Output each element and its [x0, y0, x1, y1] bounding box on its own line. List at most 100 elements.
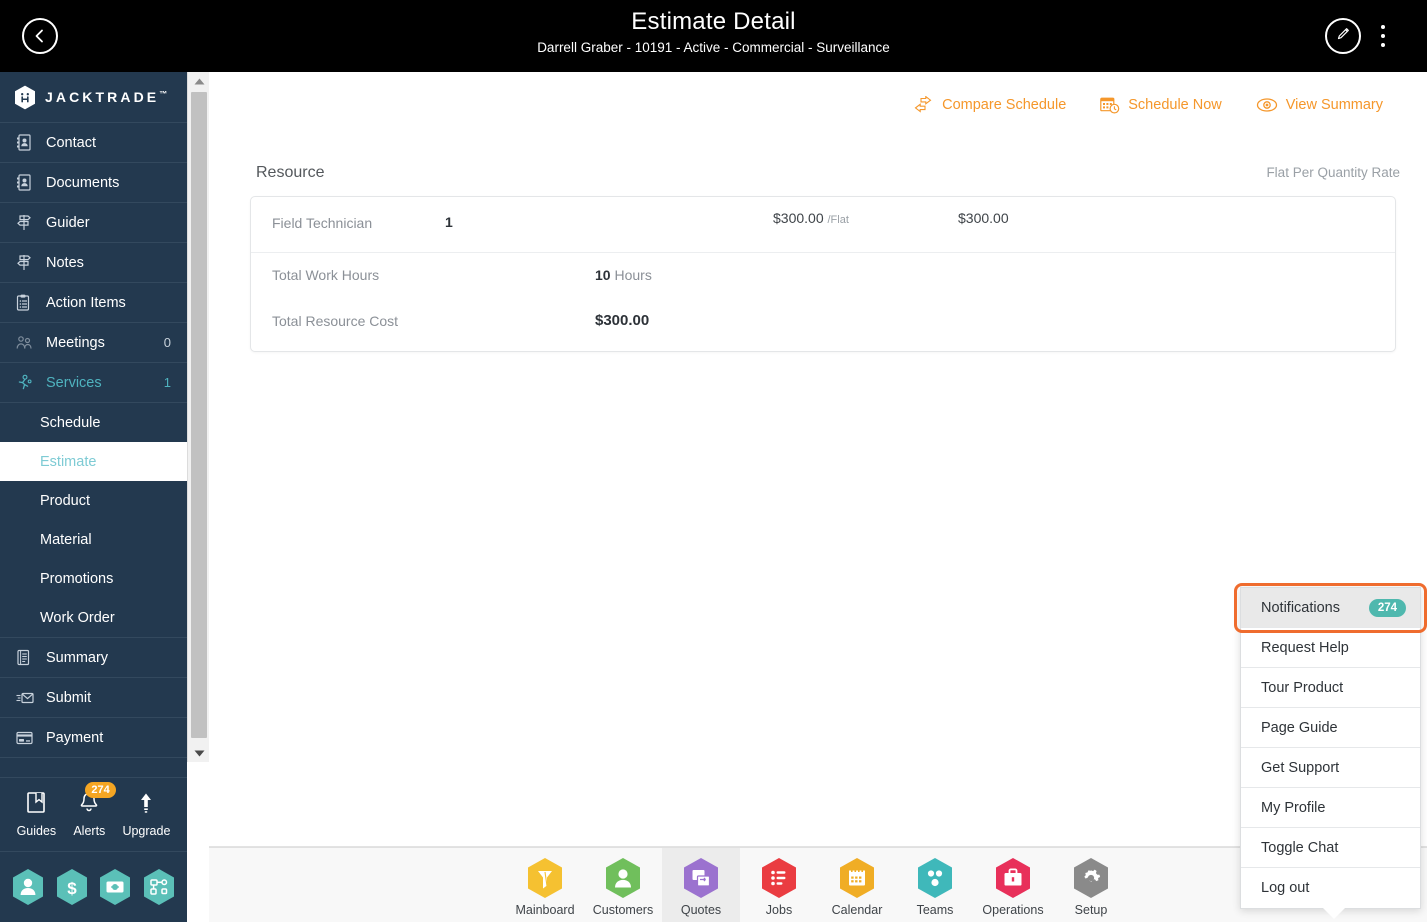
signpost-icon — [16, 254, 38, 271]
sidebar-item-material[interactable]: Material — [0, 520, 187, 559]
services-submenu: Schedule Estimate Product Material Promo… — [0, 403, 187, 638]
guides-button[interactable]: Guides — [17, 791, 56, 838]
money-hex-icon[interactable] — [98, 868, 132, 906]
bottom-nav-mainboard[interactable]: Mainboard — [506, 848, 584, 922]
bottom-nav-calendar[interactable]: Calendar — [818, 848, 896, 922]
resource-section-header: Resource Flat Per Quantity Rate — [256, 164, 1400, 182]
table-row[interactable]: Field Technician 1 $300.00 /Flat $300.00 — [251, 197, 1395, 253]
view-summary-button[interactable]: View Summary — [1256, 97, 1383, 113]
upgrade-button[interactable]: Upgrade — [122, 791, 170, 838]
schedule-now-button[interactable]: Schedule Now — [1100, 96, 1222, 114]
edit-button[interactable] — [1325, 18, 1361, 54]
sidebar-subitem-label: Material — [40, 531, 92, 548]
scrollbar-thumb[interactable] — [191, 92, 207, 738]
menu-item-toggle-chat[interactable]: Toggle Chat — [1241, 828, 1420, 868]
alerts-button[interactable]: 274 Alerts — [73, 782, 116, 838]
resource-rate: $300.00 /Flat — [773, 210, 849, 226]
total-resource-cost-value: $300.00 — [595, 312, 650, 329]
menu-item-notifications[interactable]: Notifications 274 — [1241, 588, 1420, 628]
sidebar-quick-actions: $ — [0, 852, 187, 922]
scroll-up-arrow-icon[interactable] — [188, 72, 210, 90]
sidebar-item-label: Documents — [46, 174, 120, 191]
calendar-clock-icon — [1100, 96, 1120, 114]
menu-item-page-guide[interactable]: Page Guide — [1241, 708, 1420, 748]
page-title: Estimate Detail — [631, 8, 796, 35]
menu-item-get-support[interactable]: Get Support — [1241, 748, 1420, 788]
bottom-nav-label: Quotes — [680, 903, 722, 917]
brand-logo[interactable]: JACKTRADE™ — [0, 72, 187, 123]
sidebar-item-work-order[interactable]: Work Order — [0, 598, 187, 637]
sidebar-item-label: Guider — [46, 214, 90, 231]
sidebar-item-count: 1 — [163, 375, 171, 390]
mainboard-hex-icon — [526, 857, 564, 899]
sidebar-subitem-label: Estimate — [40, 453, 97, 470]
dollar-hex-icon[interactable]: $ — [55, 868, 89, 906]
sidebar-item-schedule[interactable]: Schedule — [0, 403, 187, 442]
book-icon — [25, 791, 47, 820]
bottom-nav-teams[interactable]: Teams — [896, 848, 974, 922]
sidebar-item-label: Submit — [46, 689, 92, 706]
clipboard-icon — [16, 294, 38, 311]
sidebar-item-label: Action Items — [46, 294, 126, 311]
sidebar-item-promotions[interactable]: Promotions — [0, 559, 187, 598]
sidebar-item-contact[interactable]: Contact — [0, 123, 187, 163]
sidebar-item-label: Summary — [46, 649, 109, 666]
more-vertical-icon-dot3 — [1381, 43, 1385, 47]
menu-item-tour-product[interactable]: Tour Product — [1241, 668, 1420, 708]
user-hex-icon[interactable] — [11, 868, 45, 906]
sidebar-subitem-label: Schedule — [40, 414, 101, 431]
sidebar-scrollbar[interactable] — [187, 72, 209, 762]
resource-quantity: 1 — [445, 214, 453, 230]
bottom-nav-quotes[interactable]: Quotes — [662, 847, 740, 922]
menu-item-log-out[interactable]: Log out — [1241, 868, 1420, 908]
sidebar-item-action-items[interactable]: Action Items — [0, 283, 187, 323]
eye-icon — [1256, 97, 1278, 113]
bottom-nav-label: Operations — [982, 903, 1044, 917]
operations-hex-icon — [994, 857, 1032, 899]
sidebar-item-submit[interactable]: Submit — [0, 678, 187, 718]
meetings-icon — [16, 335, 38, 351]
app-header: Estimate Detail Darrell Graber - 10191 -… — [0, 0, 1427, 72]
bottom-nav-jobs[interactable]: Jobs — [740, 848, 818, 922]
sidebar-item-estimate[interactable]: Estimate — [0, 442, 187, 481]
customers-hex-icon — [604, 857, 642, 899]
compare-schedule-button[interactable]: Compare Schedule — [912, 96, 1066, 114]
compare-arrows-icon — [912, 96, 934, 114]
bottom-nav-label: Mainboard — [515, 903, 575, 917]
rate-mode-label: Flat Per Quantity Rate — [1266, 165, 1400, 180]
jacktrade-hex-icon — [14, 85, 36, 110]
sidebar-item-documents[interactable]: Documents — [0, 163, 187, 203]
sidebar-item-notes[interactable]: Notes — [0, 243, 187, 283]
menu-item-request-help[interactable]: Request Help — [1241, 628, 1420, 668]
sidebar-item-label: Meetings — [46, 334, 105, 351]
menu-item-my-profile[interactable]: My Profile — [1241, 788, 1420, 828]
more-options-button[interactable] — [1371, 18, 1395, 54]
sidebar: JACKTRADE™ Contact Documents Guider Note… — [0, 72, 187, 922]
bottom-nav-operations[interactable]: Operations — [974, 848, 1052, 922]
sidebar-item-summary[interactable]: Summary — [0, 638, 187, 678]
menu-item-label: Tour Product — [1261, 679, 1344, 696]
sidebar-subitem-label: Product — [40, 492, 90, 509]
bottom-nav-label: Customers — [592, 903, 654, 917]
bottom-nav-label: Setup — [1074, 903, 1108, 917]
sidebar-item-services[interactable]: Services 1 — [0, 363, 187, 403]
bottom-nav-customers[interactable]: Customers — [584, 848, 662, 922]
bottom-nav-setup[interactable]: Setup — [1052, 848, 1130, 922]
sidebar-item-payment[interactable]: Payment — [0, 718, 187, 758]
sidebar-item-label: Payment — [46, 729, 104, 746]
scroll-down-arrow-icon[interactable] — [188, 744, 210, 762]
dropdown-caret-icon — [1321, 906, 1347, 919]
services-icon — [16, 374, 38, 391]
menu-item-label: Log out — [1261, 880, 1310, 896]
total-work-hours-row: Total Work Hours 10 Hours — [251, 253, 1395, 299]
total-work-hours-label: Total Work Hours — [272, 267, 380, 283]
sidebar-item-product[interactable]: Product — [0, 481, 187, 520]
sidebar-item-meetings[interactable]: Meetings 0 — [0, 323, 187, 363]
header-titles: Estimate Detail Darrell Graber - 10191 -… — [0, 7, 1427, 58]
upload-arrow-icon — [135, 791, 157, 820]
sidebar-subitem-label: Promotions — [40, 570, 114, 587]
sidebar-item-guider[interactable]: Guider — [0, 203, 187, 243]
svg-text:$: $ — [67, 879, 77, 898]
jobs-hex-icon — [760, 857, 798, 899]
workflow-hex-icon[interactable] — [142, 868, 176, 906]
